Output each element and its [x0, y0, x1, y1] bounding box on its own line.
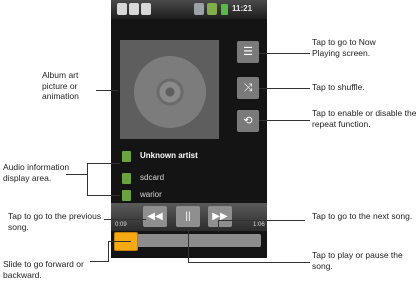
callout-seek: Slide to go forward or backward. — [3, 259, 84, 280]
callout-line — [259, 88, 310, 89]
album-icon — [122, 173, 131, 184]
callout-shuffle: Tap to shuffle. — [312, 82, 365, 92]
callout-bracket — [87, 163, 88, 195]
sd-card-icon — [194, 3, 204, 15]
callout-line — [218, 220, 219, 232]
now-playing-list-icon: ☰ — [243, 46, 253, 58]
song-title: warior — [140, 190, 162, 199]
callout-line — [188, 262, 310, 263]
pause-icon: || — [185, 211, 191, 222]
callout-line — [87, 195, 120, 196]
callout-album-art: Album art picture or animation — [42, 70, 79, 101]
disc-icon — [134, 56, 206, 128]
shuffle-icon: ⤨ — [243, 82, 253, 94]
seek-bar[interactable] — [114, 232, 261, 251]
rewind-icon: ◀◀ — [147, 211, 163, 222]
album-art — [120, 40, 219, 139]
status-bar: 11:21 — [111, 0, 267, 19]
callout-line — [108, 241, 131, 242]
callout-line — [259, 53, 310, 54]
status-time: 11:21 — [232, 4, 253, 13]
callout-line — [259, 120, 310, 121]
elapsed-time: 0:09 — [115, 222, 127, 228]
callout-line — [87, 163, 120, 164]
repeat-icon: ⟲ — [243, 115, 253, 127]
playback-controls: ◀◀ || ▶▶ — [111, 203, 267, 231]
repeat-button[interactable]: ⟲ — [237, 110, 259, 132]
callout-line — [96, 90, 118, 91]
callout-repeat: Tap to enable or disable the repeat func… — [312, 108, 417, 129]
battery-icon — [221, 4, 228, 15]
callout-line — [108, 241, 109, 261]
artist-icon — [122, 151, 131, 162]
notification-icon — [141, 3, 151, 15]
callout-previous: Tap to go to the previous song. — [8, 211, 102, 232]
callout-line — [188, 229, 189, 262]
total-time: 1:06 — [253, 222, 265, 228]
shuffle-button[interactable]: ⤨ — [237, 77, 259, 99]
previous-button[interactable]: ◀◀ — [143, 206, 167, 227]
callout-play-pause: Tap to play or pause the song. — [312, 250, 403, 271]
album-name: sdcard — [140, 173, 165, 182]
now-playing-button[interactable]: ☰ — [237, 41, 259, 63]
callout-next: Tap to go to the next song. — [312, 211, 413, 221]
artist-name: Unknown artist — [140, 151, 198, 160]
callout-audio-info: Audio information display area. — [3, 162, 70, 183]
notification-icon — [117, 3, 127, 15]
notification-icon — [129, 3, 139, 15]
callout-now-playing: Tap to go to Now Playing screen. — [312, 37, 376, 58]
song-icon — [122, 190, 131, 201]
play-pause-button[interactable]: || — [176, 206, 200, 227]
album-row: sdcard — [120, 172, 260, 188]
signal-icon — [207, 3, 217, 15]
next-button[interactable]: ▶▶ — [208, 206, 232, 227]
artist-row: Unknown artist — [120, 150, 260, 166]
callout-line — [218, 220, 305, 221]
callout-line — [104, 219, 146, 220]
